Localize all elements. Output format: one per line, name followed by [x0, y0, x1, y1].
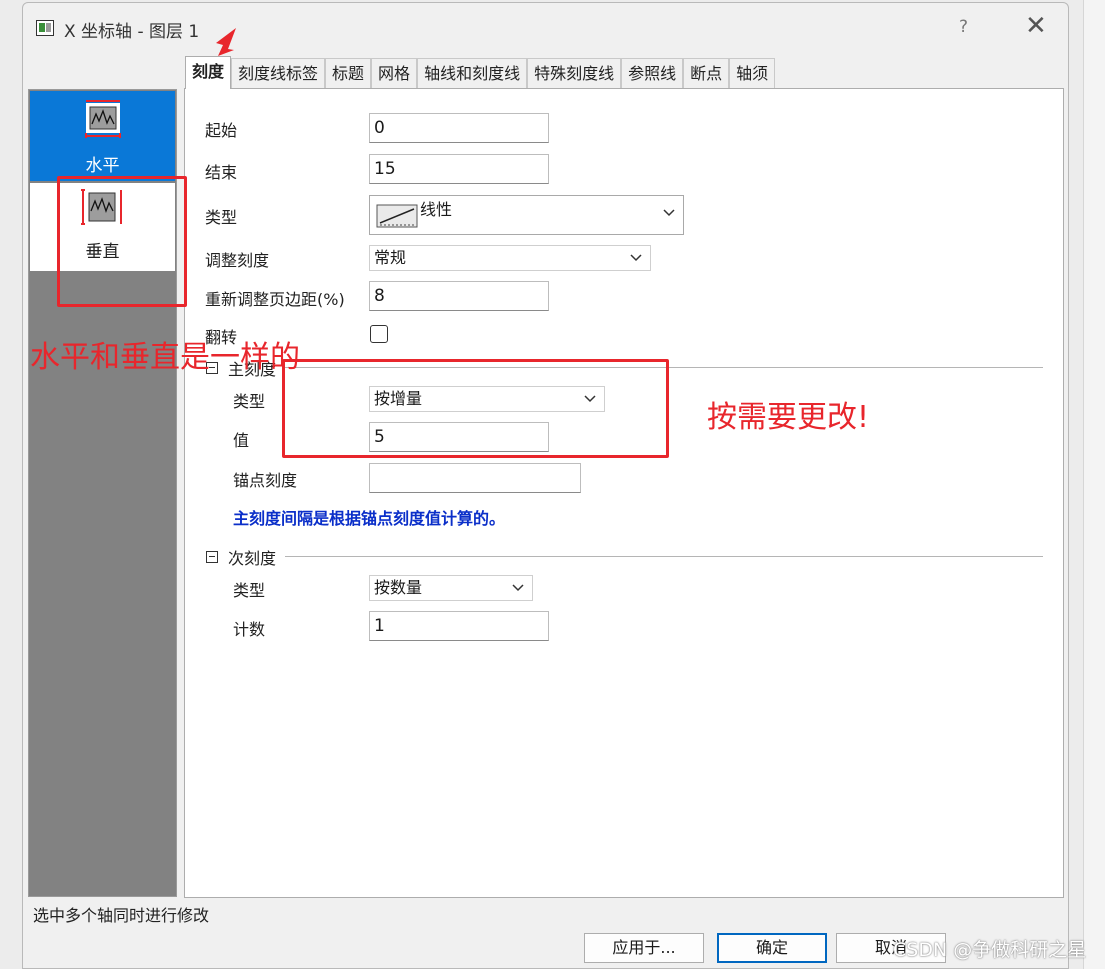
chevron-down-icon: [512, 584, 524, 592]
tab-rug[interactable]: 轴须: [729, 58, 776, 89]
anchor-tick-input[interactable]: [369, 463, 581, 493]
chevron-down-icon: [630, 254, 642, 262]
help-button[interactable]: ?: [959, 17, 968, 37]
collapse-minor-icon[interactable]: [206, 551, 218, 563]
scale-type-value: 线性: [420, 200, 453, 219]
margin-input[interactable]: 8: [369, 281, 549, 311]
apply-to-button[interactable]: 应用于...: [584, 933, 704, 963]
tab-title[interactable]: 标题: [325, 58, 372, 89]
scale-type-dropdown[interactable]: 线性: [369, 195, 684, 235]
end-input[interactable]: 15: [369, 154, 549, 184]
tab-reference-lines[interactable]: 参照线: [621, 58, 684, 89]
background-window-edge: [1083, 0, 1105, 969]
app-icon: [36, 20, 54, 36]
dialog-title: X 坐标轴 - 图层 1: [64, 22, 200, 42]
ok-button[interactable]: 确定: [717, 933, 827, 963]
axis-item-label: 水平: [85, 156, 120, 176]
close-icon[interactable]: ✕: [1025, 13, 1047, 39]
minor-count-input[interactable]: 1: [369, 611, 549, 641]
major-value-label: 值: [233, 431, 250, 450]
section-divider: [285, 556, 1043, 557]
rescale-value: 常规: [374, 248, 407, 267]
rescale-dropdown[interactable]: 常规: [369, 245, 651, 271]
axis-item-horizontal[interactable]: 水平: [30, 91, 175, 181]
minor-type-label: 类型: [233, 581, 266, 600]
watermark: CSDN @争做科研之星: [893, 939, 1087, 961]
anchor-tick-label: 锚点刻度: [233, 471, 298, 490]
tab-special-ticks[interactable]: 特殊刻度线: [527, 58, 622, 89]
margin-label: 重新调整页边距(%): [205, 290, 345, 309]
minor-type-value: 按数量: [374, 578, 423, 597]
scale-type-label: 类型: [205, 208, 238, 227]
end-label: 结束: [205, 163, 238, 182]
annotation-box-major-ticks: [282, 359, 669, 458]
start-label: 起始: [205, 121, 238, 140]
horizontal-axis-icon: [85, 100, 121, 138]
major-ticks-note: 主刻度间隔是根据锚点刻度值计算的。: [233, 509, 506, 528]
reverse-checkbox[interactable]: [370, 325, 388, 343]
annotation-arrow-icon: [216, 28, 236, 56]
tab-strip: 刻度 刻度线标签 标题 网格 轴线和刻度线 特殊刻度线 参照线 断点 轴须: [185, 56, 776, 89]
tab-grids[interactable]: 网格: [371, 58, 418, 89]
chevron-down-icon: [663, 209, 675, 217]
start-input[interactable]: 0: [369, 113, 549, 143]
status-text: 选中多个轴同时进行修改: [33, 906, 210, 925]
annotation-box-axes: [57, 176, 187, 307]
scale-tab-content: 起始 0 结束 15 类型 线性 调整刻度 常规 重新调整页边距(%) 8 翻转…: [184, 88, 1064, 898]
linear-scale-icon: [376, 204, 418, 228]
rescale-label: 调整刻度: [205, 251, 270, 270]
minor-ticks-section-label: 次刻度: [228, 549, 277, 568]
major-type-label: 类型: [233, 392, 266, 411]
annotation-right-note: 按需要更改!: [707, 400, 870, 435]
minor-count-label: 计数: [233, 620, 266, 639]
tab-line-and-ticks[interactable]: 轴线和刻度线: [417, 58, 528, 89]
tab-tick-labels[interactable]: 刻度线标签: [231, 58, 326, 89]
tab-breaks[interactable]: 断点: [683, 58, 730, 89]
annotation-left-note: 水平和垂直是一样的: [30, 340, 300, 375]
minor-type-dropdown[interactable]: 按数量: [369, 575, 533, 601]
tab-scale[interactable]: 刻度: [185, 56, 232, 89]
title-bar: X 坐标轴 - 图层 1 ? ✕: [23, 3, 1068, 55]
